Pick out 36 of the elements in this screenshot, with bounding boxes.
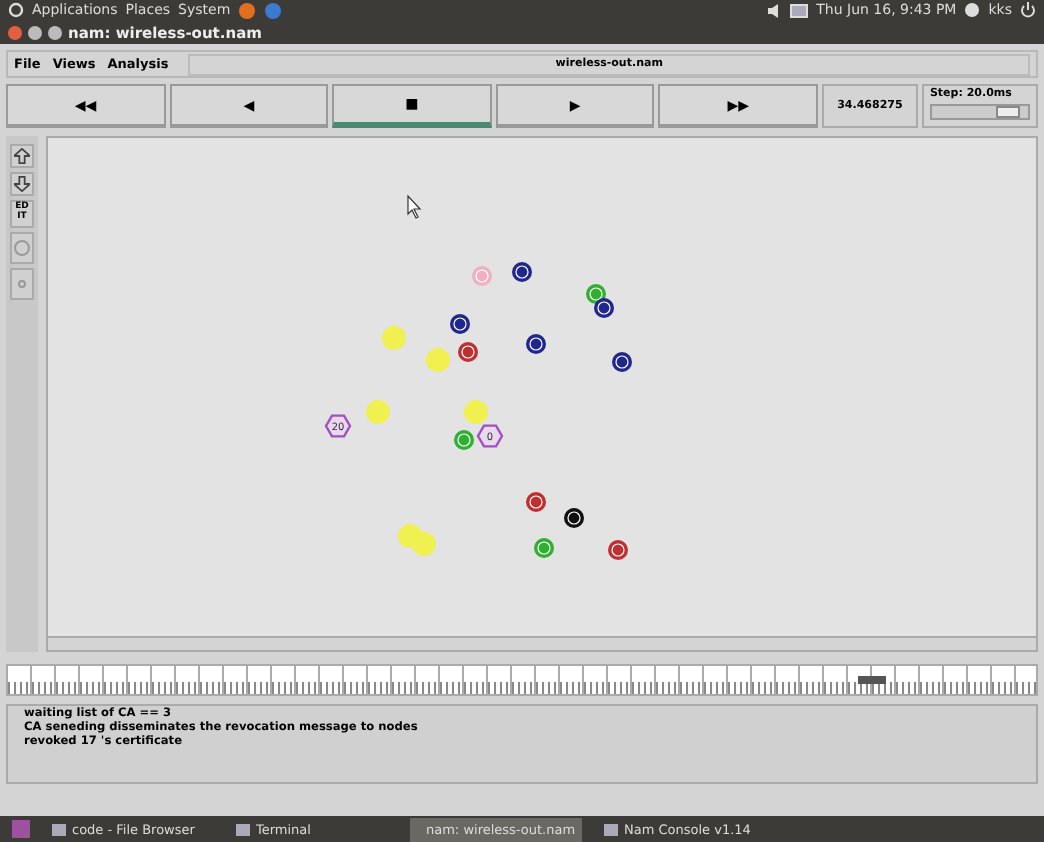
network-node[interactable]	[464, 400, 488, 424]
help-icon[interactable]	[264, 1, 283, 19]
mail-icon[interactable]	[790, 3, 809, 17]
time-marker[interactable]	[857, 676, 886, 684]
network-node[interactable]	[612, 352, 632, 372]
network-node[interactable]	[526, 334, 546, 354]
network-node[interactable]	[458, 342, 478, 362]
network-node[interactable]	[454, 430, 474, 450]
step-slider[interactable]	[929, 104, 1030, 120]
network-node[interactable]	[450, 314, 470, 334]
slider-thumb[interactable]	[996, 106, 1021, 118]
mouse-cursor-icon	[407, 194, 422, 219]
network-node[interactable]	[534, 538, 554, 558]
close-button[interactable]	[8, 25, 22, 39]
network-node[interactable]	[512, 262, 532, 282]
dot-tool-button[interactable]	[10, 267, 34, 300]
network-node[interactable]	[564, 508, 584, 528]
maximize-button[interactable]	[48, 25, 62, 39]
zoom-out-button[interactable]	[10, 172, 34, 196]
down-arrow-icon	[14, 176, 30, 192]
up-arrow-icon	[14, 148, 30, 164]
timeline[interactable]	[6, 664, 1038, 696]
zoom-in-button[interactable]	[10, 144, 34, 168]
network-node[interactable]	[382, 326, 406, 350]
network-node[interactable]	[594, 298, 614, 318]
network-node[interactable]	[426, 348, 450, 372]
circle-icon	[14, 239, 30, 256]
network-node[interactable]	[412, 532, 436, 556]
dot-icon	[14, 275, 30, 292]
power-icon[interactable]	[1020, 2, 1036, 18]
network-node[interactable]	[608, 540, 628, 560]
network-node[interactable]	[366, 400, 390, 424]
ubuntu-logo-icon[interactable]	[8, 2, 24, 18]
network-node[interactable]	[472, 266, 492, 286]
minimize-button[interactable]	[28, 25, 42, 39]
network-node[interactable]	[526, 492, 546, 512]
